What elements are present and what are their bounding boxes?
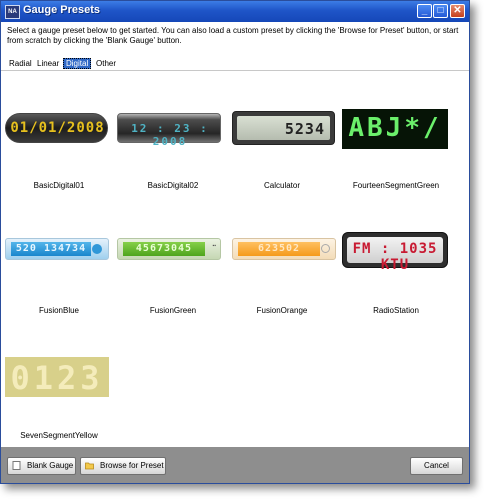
info-icon [92,244,102,254]
close-button[interactable]: ✕ [450,4,465,18]
preset-basicdigital02[interactable]: 12 : 23 : 2008 BasicDigital02 [115,71,231,191]
gauge-preview: 520 134734 [5,238,109,260]
gauge-readout: 5234 [284,120,325,138]
instructions-text: Select a gauge preset below to get start… [7,26,459,45]
indicator-icon [321,244,330,253]
preset-sevensegmentyellow[interactable]: 0123 SevenSegmentYellow [1,321,117,441]
gauge-preview: ABJ*/ [342,109,448,149]
browse-for-preset-label: Browse for Preset [100,461,164,470]
gauge-preview: 12 : 23 : 2008 [117,113,221,148]
preset-basicdigital01[interactable]: 01/01/2008 BasicDigital01 [1,71,117,191]
gauge-readout: 01/01/2008 [10,120,105,136]
button-bar: Blank Gauge Browse for Preset Cancel [1,447,469,483]
preset-calculator[interactable]: 5234 Calculator [232,71,348,191]
preset-fourteensegmentgreen[interactable]: ABJ*/ FourteenSegmentGreen [342,71,460,191]
gauge-presets-dialog: NA Gauge Presets _ □ ✕ Select a gauge pr… [0,0,470,484]
preset-label: SevenSegmentYellow [20,431,98,440]
minimize-button[interactable]: _ [417,4,432,18]
preset-label: FusionGreen [149,306,197,315]
blank-gauge-button[interactable]: Blank Gauge [7,457,76,475]
cancel-label: Cancel [424,461,449,470]
preset-label: Calculator [263,181,300,190]
gauge-preview: FM : 1035 KTU [342,232,448,273]
gauge-preview: 0123 [5,357,109,397]
folder-icon [85,462,94,470]
tab-digital[interactable]: Digital [63,58,92,69]
preset-fusionorange[interactable]: 623502 FusionOrange [232,196,348,316]
preset-grid: 01/01/2008 BasicDigital01 12 : 23 : 2008… [1,71,469,447]
preset-fusiongreen[interactable]: 45673045 ▪▪ FusionGreen [115,196,231,316]
gauge-readout: 45673045 [135,243,193,254]
preset-label: FourteenSegmentGreen [352,181,440,190]
gauge-preview: 623502 [232,238,336,260]
preset-label: RadioStation [373,306,419,315]
gauge-readout: 0123 [10,359,104,397]
gauge-preview: 45673045 ▪▪ [117,238,221,260]
preset-radiostation[interactable]: FM : 1035 KTU RadioStation [342,196,460,316]
cancel-button[interactable]: Cancel [410,457,463,475]
preset-label: BasicDigital01 [33,181,85,190]
browse-for-preset-button[interactable]: Browse for Preset [80,457,166,475]
preset-label: FusionBlue [38,306,80,315]
blank-gauge-label: Blank Gauge [27,461,74,470]
tab-linear[interactable]: Linear [35,58,61,69]
tab-other[interactable]: Other [94,58,118,69]
tab-radial[interactable]: Radial [7,58,34,69]
preset-label: FusionOrange [256,306,308,315]
app-icon: NA [5,5,20,19]
title-bar[interactable]: NA Gauge Presets _ □ ✕ [1,1,469,22]
gauge-readout: 520 134734 [15,243,87,254]
gauge-readout: ABJ*/ [348,113,442,143]
gauge-readout: FM : 1035 KTU [352,241,438,273]
gauge-readout: 12 : 23 : 2008 [131,122,209,148]
gauge-preview: 5234 [232,111,335,145]
preset-fusionblue[interactable]: 520 134734 FusionBlue [1,196,117,316]
preset-label: BasicDigital02 [147,181,199,190]
window-title: Gauge Presets [23,4,101,16]
gauge-preview: 01/01/2008 [5,113,108,143]
maximize-button[interactable]: □ [433,4,448,18]
indicator-icon: ▪▪ [212,243,216,249]
gauge-readout: 623502 [257,243,301,254]
blank-page-icon [12,461,21,470]
